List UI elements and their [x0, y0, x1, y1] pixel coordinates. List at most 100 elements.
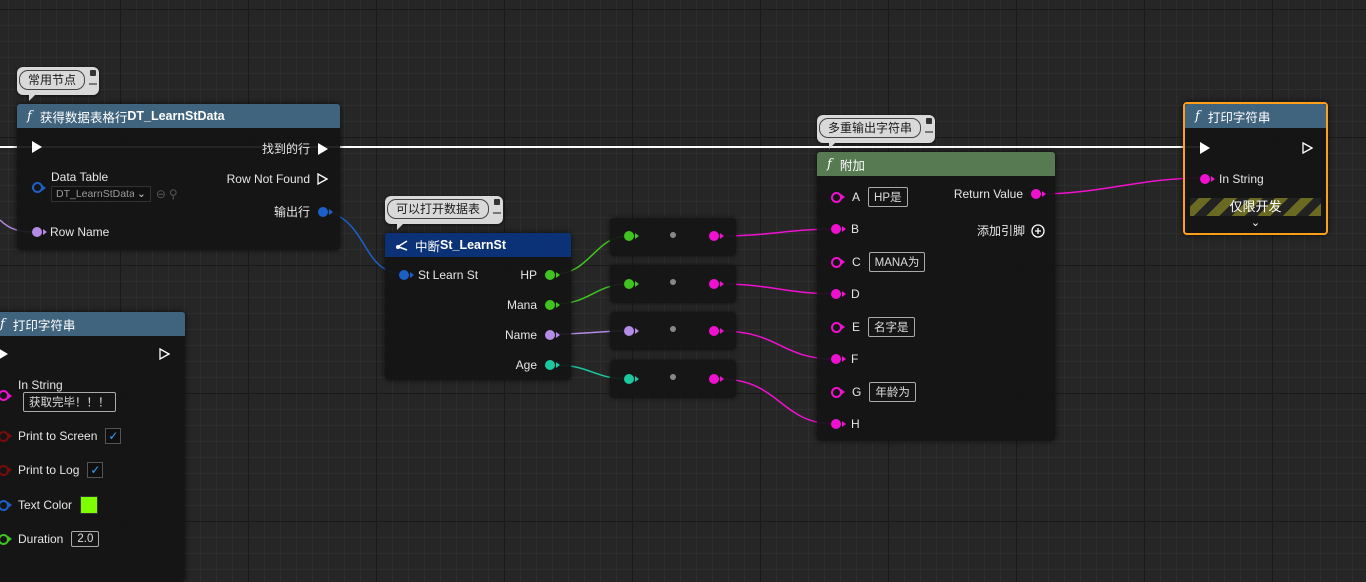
comment-bubble-can-open-table[interactable]: 可以打开数据表	[385, 196, 504, 230]
pin-dot[interactable]	[709, 279, 724, 289]
pin-dot	[545, 360, 560, 370]
append-pin-b[interactable]: B	[831, 222, 859, 236]
append-pin-a[interactable]: A HP是	[831, 187, 908, 207]
exec-in-pin[interactable]	[0, 348, 8, 360]
text-color-swatch[interactable]	[80, 496, 99, 514]
pin-label: Name	[504, 328, 537, 342]
pin-dot[interactable]	[624, 231, 639, 241]
append-pin-e[interactable]: E 名字是	[831, 317, 915, 337]
duration-pin[interactable]: Duration 2.0	[0, 531, 100, 547]
reroute-center	[670, 232, 676, 238]
exec-in-pin[interactable]	[32, 141, 42, 153]
print-to-screen-pin[interactable]: Print to Screen ✓	[0, 428, 122, 444]
name-output-pin[interactable]: Name	[504, 328, 560, 342]
data-table-dropdown[interactable]: DT_LearnStData ⌄	[51, 186, 151, 202]
node-title: 打印字符串	[1207, 110, 1271, 125]
exec-out-hollow-icon	[159, 348, 170, 360]
node-title: 附加	[839, 158, 865, 173]
pin-label: Mana	[506, 298, 537, 312]
append-pin-g[interactable]: G 年龄为	[831, 382, 916, 402]
pin-dot[interactable]	[624, 374, 639, 384]
node-header: f 打印字符串	[0, 312, 185, 336]
pin-dot[interactable]	[624, 279, 639, 289]
pin-dot	[0, 533, 12, 545]
in-string-pin[interactable]: In String	[1200, 172, 1264, 186]
print-to-log-pin[interactable]: Print to Log ✓	[0, 462, 104, 478]
comment-bubble-multi-output[interactable]: 多重输出字符串	[817, 115, 936, 149]
add-pin-button[interactable]: 添加引脚	[977, 222, 1045, 239]
conversion-node-hp[interactable]	[610, 218, 736, 256]
banner-text: 仅限开发	[1229, 199, 1282, 214]
pin-dot	[831, 256, 845, 268]
append-pin-c[interactable]: C MANA为	[831, 252, 926, 272]
pin-label: In String	[18, 378, 63, 392]
exec-arrow-icon	[32, 141, 42, 153]
development-only-banner: 仅限开发	[1190, 198, 1321, 216]
node-header: f 附加	[817, 152, 1055, 176]
pin-label: E	[852, 320, 861, 334]
in-string-pin[interactable]: In String 获取完毕！！！	[0, 378, 116, 412]
function-icon: f	[27, 108, 32, 124]
exec-in-pin[interactable]	[1200, 142, 1210, 154]
st-learn-st-input-pin[interactable]: St Learn St	[399, 268, 478, 282]
pin-icon[interactable]	[493, 198, 502, 216]
pin-dot[interactable]	[709, 231, 724, 241]
pin-dot	[545, 330, 560, 340]
pin-dot	[0, 499, 12, 511]
expand-chevron-icon[interactable]: ⌄	[1185, 216, 1326, 229]
conversion-node-mana[interactable]	[610, 265, 736, 303]
print-string-node-left[interactable]: f 打印字符串 In String 获取完毕！！！ Print to Scree…	[0, 312, 185, 582]
age-output-pin[interactable]: Age	[516, 358, 560, 372]
pin-dot[interactable]	[709, 326, 724, 336]
row-name-pin[interactable]: Row Name	[32, 225, 109, 239]
print-string-node-right[interactable]: f 打印字符串 In String 仅限开发 ⌄	[1183, 102, 1328, 235]
in-string-input[interactable]: 获取完毕！！！	[23, 392, 116, 412]
pin-label: G	[852, 385, 862, 399]
append-pin-f[interactable]: F	[831, 352, 858, 366]
pin-value-input[interactable]: 名字是	[868, 317, 915, 337]
append-pin-d[interactable]: D	[831, 287, 860, 301]
append-pin-h[interactable]: H	[831, 417, 860, 431]
pin-value-input[interactable]: 年龄为	[869, 382, 916, 402]
row-not-found-pin[interactable]: Row Not Found	[227, 172, 328, 186]
return-value-pin[interactable]: Return Value	[953, 187, 1046, 201]
pin-icon[interactable]	[89, 69, 98, 87]
pin-label: 输出行	[273, 205, 310, 219]
pin-label: 找到的行	[261, 142, 310, 156]
text-color-pin[interactable]: Text Color	[0, 496, 99, 514]
conversion-node-name[interactable]	[610, 312, 736, 350]
comment-text: 可以打开数据表	[387, 199, 490, 219]
duration-input[interactable]: 2.0	[71, 531, 100, 547]
exec-out-pin[interactable]	[1302, 142, 1313, 154]
get-data-table-row-node[interactable]: f 获得数据表格行 DT_LearnStData 找到的行 Row Not Fou…	[17, 104, 340, 250]
search-icon[interactable]: ⚲	[169, 187, 178, 201]
pin-label: C	[852, 255, 861, 269]
node-header: f 打印字符串	[1185, 104, 1326, 128]
pin-label: Return Value	[953, 187, 1023, 201]
print-to-screen-checkbox[interactable]: ✓	[105, 428, 122, 444]
exec-out-hollow-icon	[1302, 142, 1313, 154]
hp-output-pin[interactable]: HP	[520, 268, 560, 282]
append-node[interactable]: f 附加 A HP是 B C MANA为 D E 名字是 F G 年龄为 H R…	[817, 152, 1055, 441]
pin-label: In String	[1219, 172, 1264, 186]
pin-label: F	[851, 352, 859, 366]
pin-value-input[interactable]: HP是	[868, 187, 908, 207]
pin-dot	[831, 354, 846, 364]
pin-dot[interactable]	[624, 326, 639, 336]
break-struct-node[interactable]: 中断 St_LearnSt St Learn St HP Mana Name Ag…	[385, 233, 571, 380]
node-header: f 获得数据表格行 DT_LearnStData	[17, 104, 340, 128]
pin-dot[interactable]	[709, 374, 724, 384]
browse-back-icon[interactable]: ⊖	[156, 187, 166, 201]
pin-value-input[interactable]: MANA为	[868, 252, 926, 272]
pin-label: B	[851, 222, 860, 236]
comment-bubble-common-nodes[interactable]: 常用节点	[17, 67, 100, 101]
exec-out-hollow-icon	[317, 173, 328, 185]
print-to-log-checkbox[interactable]: ✓	[87, 462, 104, 478]
out-row-pin[interactable]: 输出行	[273, 203, 333, 220]
exec-out-pin[interactable]	[159, 348, 170, 360]
pin-icon[interactable]	[925, 117, 934, 135]
row-found-pin[interactable]: 找到的行	[262, 140, 328, 157]
data-table-pin[interactable]: Data Table DT_LearnStData ⌄ ⊖ ⚲	[32, 170, 178, 202]
mana-output-pin[interactable]: Mana	[506, 298, 560, 312]
conversion-node-age[interactable]	[610, 360, 736, 398]
